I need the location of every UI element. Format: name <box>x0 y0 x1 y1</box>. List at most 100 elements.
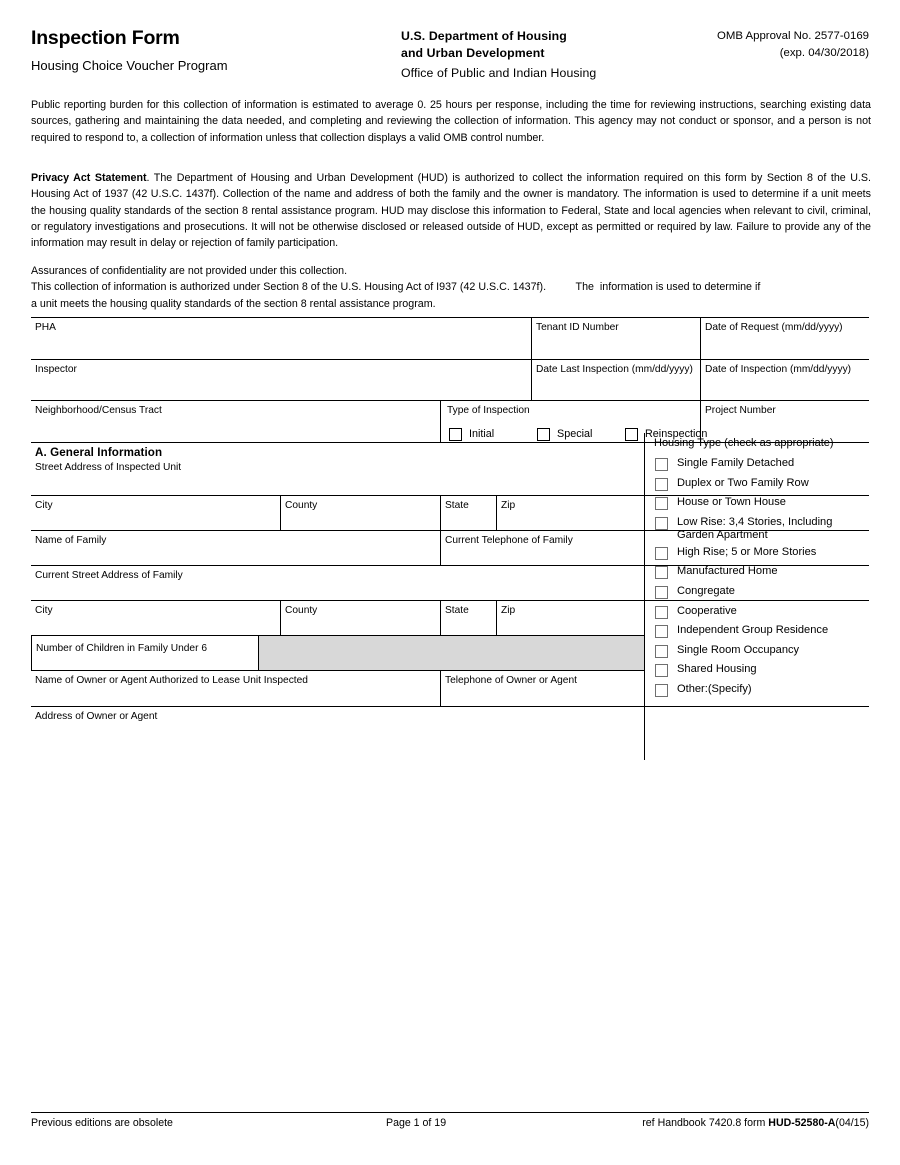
agency-line-1: U.S. Department of Housing <box>401 29 567 43</box>
field-family-county-label: County <box>285 605 318 616</box>
program-subtitle: Housing Choice Voucher Program <box>31 58 228 74</box>
field-family-county[interactable]: County <box>280 601 440 635</box>
field-family-city-label: City <box>35 605 53 616</box>
assurances-line-1: Assurances of confidentiality are not pr… <box>31 265 348 277</box>
field-inspector[interactable]: Inspector <box>31 360 531 400</box>
field-date-of-inspection[interactable]: Date of Inspection (mm/dd/yyyy) <box>700 360 869 400</box>
field-unit-county-label: County <box>285 500 318 511</box>
housing-type-option-house-or-town-house[interactable]: House or Town House <box>645 496 870 511</box>
field-street-address-unit[interactable]: A. General Information Street Address of… <box>31 443 644 495</box>
housing-type-option-congregate[interactable]: Congregate <box>645 585 870 599</box>
field-unit-county[interactable]: County <box>280 496 440 530</box>
checkbox-icon-other[interactable] <box>655 683 668 697</box>
footer-page-number: Page 1 of 19 <box>386 1117 447 1129</box>
housing-type-title: Housing Type (check as appropriate) <box>654 437 834 449</box>
section-a-heading: A. General Information <box>35 446 163 459</box>
header-omb: OMB Approval No. 2577-0169 (exp. 04/30/2… <box>651 28 869 61</box>
field-unit-city-label: City <box>35 500 53 511</box>
checkbox-icon-single-family-detached[interactable] <box>655 458 668 472</box>
field-current-street-address-family[interactable]: Current Street Address of Family <box>31 566 644 600</box>
checkbox-label-special: Special <box>557 427 593 440</box>
field-date-of-request-label: Date of Request (mm/dd/yyyy) <box>705 322 843 333</box>
field-unit-zip[interactable]: Zip <box>496 496 644 530</box>
checkbox-option-special[interactable]: Special <box>537 428 592 441</box>
checkbox-icon-cooperative[interactable] <box>655 605 668 619</box>
field-family-city[interactable]: City <box>31 601 280 635</box>
field-family-zip-label: Zip <box>501 605 516 616</box>
housing-type-option-duplex-two-family-row[interactable]: Duplex or Two Family Row <box>645 477 870 491</box>
field-telephone-of-owner-label: Telephone of Owner or Agent <box>445 675 577 686</box>
privacy-act-heading: Privacy Act Statement <box>31 172 147 184</box>
field-neighborhood-label: Neighborhood/Census Tract <box>35 405 162 416</box>
form-row-pha: PHA Tenant ID Number Date of Request (mm… <box>31 317 869 359</box>
field-date-last-inspection-label: Date Last Inspection (mm/dd/yyyy) <box>536 364 693 375</box>
housing-type-option-shared-housing[interactable]: Shared Housing <box>645 663 870 678</box>
field-date-of-request[interactable]: Date of Request (mm/dd/yyyy) <box>700 318 869 359</box>
field-unit-zip-label: Zip <box>501 500 516 511</box>
checkbox-icon-single-room-occupancy[interactable] <box>655 644 668 658</box>
omb-expiration: (exp. 04/30/2018) <box>779 46 869 59</box>
checkbox-icon-congregate[interactable] <box>655 586 668 599</box>
checkbox-icon-house-or-town-house[interactable] <box>655 497 668 511</box>
housing-type-option-manufactured-home[interactable]: Manufactured Home <box>645 565 870 580</box>
privacy-act-statement: Privacy Act Statement. The Department of… <box>31 170 871 251</box>
checkbox-option-initial[interactable]: Initial <box>449 428 494 441</box>
housing-type-label-other: Other:(Specify) <box>677 682 752 695</box>
housing-type-label-single-family-detached: Single Family Detached <box>677 457 795 470</box>
housing-type-label-duplex-two-family-row: Duplex or Two Family Row <box>677 476 809 489</box>
housing-type-option-low-rise[interactable]: Low Rise: 3,4 Stories, Including Garden … <box>645 516 870 543</box>
housing-type-label-house-or-town-house: House or Town House <box>677 496 786 509</box>
footer-form-reference: ref Handbook 7420.8 form HUD-52580-A(04/… <box>601 1117 869 1129</box>
field-name-of-family-label: Name of Family <box>35 535 107 546</box>
field-date-of-inspection-label: Date of Inspection (mm/dd/yyyy) <box>705 364 852 375</box>
footer-previous-editions: Previous editions are obsolete <box>31 1117 173 1129</box>
field-tenant-id[interactable]: Tenant ID Number <box>531 318 700 359</box>
field-unit-state[interactable]: State <box>440 496 496 530</box>
assurances-line-3: a unit meets the housing quality standar… <box>31 297 436 310</box>
housing-type-option-single-room-occupancy[interactable]: Single Room Occupancy <box>645 644 870 658</box>
checkbox-icon-special[interactable] <box>537 428 550 441</box>
field-address-of-owner[interactable]: Address of Owner or Agent <box>31 707 644 734</box>
field-name-of-family[interactable]: Name of Family <box>31 531 440 565</box>
page-footer: Previous editions are obsolete Page 1 of… <box>31 1112 869 1129</box>
field-family-zip[interactable]: Zip <box>496 601 644 635</box>
checkbox-icon-reinspection[interactable] <box>625 428 638 441</box>
checkbox-icon-manufactured-home[interactable] <box>655 566 668 580</box>
housing-type-label-low-rise: Low Rise: 3,4 Stories, Including Garden … <box>677 515 833 542</box>
inspection-form-page: Inspection Form Housing Choice Voucher P… <box>0 0 900 1165</box>
field-children-under-6-label: Number of Children in Family Under 6 <box>36 643 207 654</box>
checkbox-icon-high-rise[interactable] <box>655 546 668 560</box>
checkbox-icon-shared-housing[interactable] <box>655 664 668 678</box>
housing-type-option-cooperative[interactable]: Cooperative <box>645 605 870 619</box>
field-date-last-inspection[interactable]: Date Last Inspection (mm/dd/yyyy) <box>531 360 700 400</box>
field-pha-label: PHA <box>35 322 56 333</box>
field-name-of-owner[interactable]: Name of Owner or Agent Authorized to Lea… <box>31 671 440 706</box>
field-unit-city[interactable]: City <box>31 496 280 530</box>
checkbox-icon-low-rise[interactable] <box>655 516 668 530</box>
document-header: Inspection Form Housing Choice Voucher P… <box>31 27 869 82</box>
field-family-state[interactable]: State <box>440 601 496 635</box>
housing-type-option-single-family-detached[interactable]: Single Family Detached <box>645 457 870 472</box>
housing-type-option-other[interactable]: Other:(Specify) <box>645 683 870 697</box>
field-unit-state-label: State <box>445 500 469 511</box>
privacy-act-body: . The Department of Housing and Urban De… <box>31 172 871 250</box>
page-title: Inspection Form <box>31 27 180 49</box>
field-family-state-label: State <box>445 605 469 616</box>
checkbox-icon-initial[interactable] <box>449 428 462 441</box>
field-current-telephone-family[interactable]: Current Telephone of Family <box>440 531 644 565</box>
field-project-number-label: Project Number <box>705 405 776 416</box>
housing-type-option-independent-group-residence[interactable]: Independent Group Residence <box>645 624 870 639</box>
field-current-street-address-family-label: Current Street Address of Family <box>35 570 183 581</box>
checkbox-icon-duplex-two-family-row[interactable] <box>655 477 668 491</box>
shaded-unused-area <box>258 635 644 671</box>
field-pha[interactable]: PHA <box>31 318 531 359</box>
assurances-line-2: This collection of information is author… <box>31 281 761 294</box>
field-neighborhood-census-tract[interactable]: Neighborhood/Census Tract <box>31 401 440 442</box>
housing-type-option-high-rise[interactable]: High Rise; 5 or More Stories <box>645 546 870 560</box>
checkbox-icon-independent-group-residence[interactable] <box>655 625 668 639</box>
field-telephone-of-owner[interactable]: Telephone of Owner or Agent <box>440 671 644 706</box>
housing-type-label-high-rise: High Rise; 5 or More Stories <box>677 545 817 558</box>
header-left: Inspection Form Housing Choice Voucher P… <box>31 27 401 74</box>
field-children-under-6[interactable]: Number of Children in Family Under 6 <box>31 635 259 671</box>
checkbox-label-initial: Initial <box>469 427 495 440</box>
